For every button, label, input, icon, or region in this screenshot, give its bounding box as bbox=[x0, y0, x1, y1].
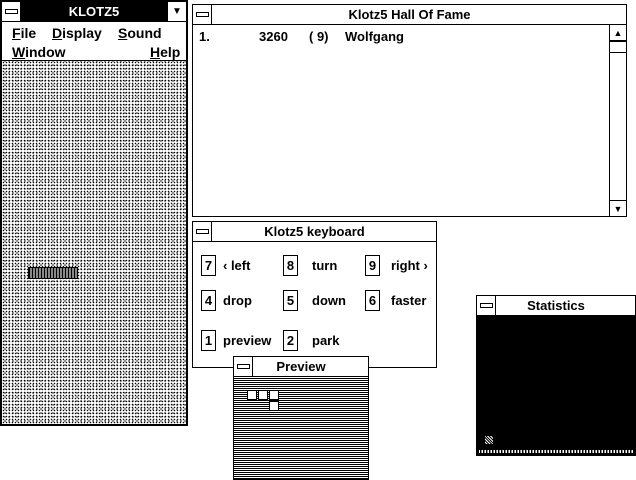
scroll-down-arrow-icon[interactable]: ▼ bbox=[610, 200, 626, 216]
menu-window[interactable]: Window bbox=[12, 44, 66, 60]
key-5[interactable]: 5 bbox=[283, 290, 298, 311]
key-9-label: right › bbox=[391, 258, 428, 273]
key-5-label: down bbox=[312, 293, 346, 308]
key-7[interactable]: 7 bbox=[201, 255, 216, 276]
hof-score: 3260 bbox=[259, 29, 288, 44]
menu-sound[interactable]: Sound bbox=[118, 25, 162, 41]
keyboard-title: Klotz5 keyboard bbox=[264, 224, 365, 239]
menu-help[interactable]: Help bbox=[150, 44, 180, 60]
system-menu-icon[interactable] bbox=[193, 222, 212, 241]
system-menu-icon[interactable] bbox=[2, 2, 21, 21]
game-titlebar[interactable]: KLOTZ5 ▼ bbox=[2, 2, 186, 22]
system-menu-icon[interactable] bbox=[193, 5, 212, 24]
game-playfield[interactable] bbox=[2, 61, 186, 424]
stat-bar bbox=[485, 436, 493, 444]
preview-area bbox=[234, 377, 368, 479]
preview-block bbox=[247, 390, 257, 400]
key-1[interactable]: 1 bbox=[201, 330, 216, 351]
key-2[interactable]: 2 bbox=[283, 330, 298, 351]
hof-scrollbar[interactable]: ▲ ▼ bbox=[609, 25, 626, 216]
preview-window: Preview bbox=[233, 356, 369, 480]
game-menubar: File Display Sound Window Help bbox=[2, 22, 186, 61]
key-7-label: ‹ left bbox=[223, 258, 251, 273]
key-6[interactable]: 6 bbox=[365, 290, 380, 311]
menu-display[interactable]: Display bbox=[52, 25, 102, 41]
key-row-bottom: 1 preview 2 park bbox=[193, 330, 436, 352]
key-9[interactable]: 9 bbox=[365, 255, 380, 276]
statistics-titlebar[interactable]: Statistics bbox=[477, 296, 635, 316]
keyboard-titlebar[interactable]: Klotz5 keyboard bbox=[193, 222, 436, 242]
hof-titlebar[interactable]: Klotz5 Hall Of Fame bbox=[193, 5, 626, 25]
keyboard-window: Klotz5 keyboard 7 ‹ left 8 turn 9 right … bbox=[192, 221, 437, 368]
key-6-label: faster bbox=[391, 293, 427, 308]
key-4-label: drop bbox=[223, 293, 252, 308]
scroll-thumb[interactable] bbox=[610, 41, 626, 53]
hof-rank: 1. bbox=[199, 29, 210, 44]
key-4[interactable]: 4 bbox=[201, 290, 216, 311]
game-title: KLOTZ5 bbox=[68, 4, 120, 19]
hall-of-fame-window: Klotz5 Hall Of Fame 1. 3260 ( 9) Wolfgan… bbox=[192, 4, 627, 217]
key-row-top: 7 ‹ left 8 turn 9 right › bbox=[193, 255, 436, 277]
statistics-window: Statistics bbox=[476, 295, 636, 456]
statistics-title: Statistics bbox=[527, 298, 585, 313]
preview-block bbox=[269, 401, 279, 411]
falling-piece bbox=[28, 267, 78, 279]
menu-file[interactable]: File bbox=[12, 25, 36, 41]
statistics-area bbox=[477, 316, 635, 455]
key-row-middle: 4 drop 5 down 6 faster bbox=[193, 290, 436, 312]
preview-titlebar[interactable]: Preview bbox=[234, 357, 368, 377]
system-menu-icon[interactable] bbox=[234, 357, 253, 376]
preview-title: Preview bbox=[276, 359, 326, 374]
minimize-arrow-icon[interactable]: ▼ bbox=[167, 2, 186, 21]
scroll-up-arrow-icon[interactable]: ▲ bbox=[610, 25, 626, 41]
key-2-label: park bbox=[312, 333, 340, 348]
stat-baseline bbox=[479, 450, 633, 453]
hof-title: Klotz5 Hall Of Fame bbox=[348, 7, 471, 22]
hof-level: ( 9) bbox=[309, 29, 329, 44]
key-1-label: preview bbox=[223, 333, 272, 348]
preview-block bbox=[269, 390, 279, 400]
preview-block bbox=[258, 390, 268, 400]
hof-name: Wolfgang bbox=[345, 29, 404, 44]
key-8[interactable]: 8 bbox=[283, 255, 298, 276]
system-menu-icon[interactable] bbox=[477, 296, 496, 315]
key-8-label: turn bbox=[312, 258, 338, 273]
klotz5-game-window: KLOTZ5 ▼ File Display Sound Window Help bbox=[0, 0, 188, 426]
